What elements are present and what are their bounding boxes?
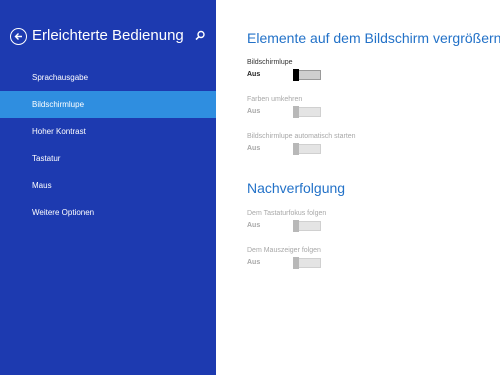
setting-label: Dem Mauszeiger folgen xyxy=(247,247,321,254)
setting-farben-umkehren: Farben umkehren Aus xyxy=(247,96,321,120)
sidebar-item-hoher-kontrast[interactable]: Hoher Kontrast xyxy=(0,118,216,145)
toggle-thumb xyxy=(293,220,299,232)
toggle-thumb xyxy=(293,106,299,118)
setting-state: Aus xyxy=(247,222,261,229)
setting-state: Aus xyxy=(247,71,261,78)
sidebar-item-bildschirmlupe[interactable]: Bildschirmlupe xyxy=(0,91,216,118)
sidebar-item-maus[interactable]: Maus xyxy=(0,172,216,199)
toggle-thumb xyxy=(293,143,299,155)
setting-state: Aus xyxy=(247,145,261,152)
setting-tastaturfokus: Dem Tastaturfokus folgen Aus xyxy=(247,210,326,234)
nav-list: Sprachausgabe Bildschirmlupe Hoher Kontr… xyxy=(0,64,216,226)
section-title-vergroessern: Elemente auf dem Bildschirm vergrößern xyxy=(247,30,500,46)
search-icon[interactable] xyxy=(193,29,207,43)
setting-state: Aus xyxy=(247,108,261,115)
sidebar-item-weitere-optionen[interactable]: Weitere Optionen xyxy=(0,199,216,226)
back-arrow-icon[interactable] xyxy=(10,28,27,45)
toggle-thumb xyxy=(293,69,299,81)
setting-label: Dem Tastaturfokus folgen xyxy=(247,210,327,217)
bildschirmlupe-toggle[interactable] xyxy=(293,69,321,81)
setting-label: Farben umkehren xyxy=(247,96,303,103)
sidebar-item-tastatur[interactable]: Tastatur xyxy=(0,145,216,172)
farben-umkehren-toggle[interactable] xyxy=(293,106,321,118)
sidebar: Erleichterte Bedienung Sprachausgabe Bil… xyxy=(0,0,216,375)
setting-label: Bildschirmlupe automatisch starten xyxy=(247,133,356,140)
setting-state: Aus xyxy=(247,259,261,266)
tastaturfokus-toggle[interactable] xyxy=(293,220,321,232)
setting-automatisch-starten: Bildschirmlupe automatisch starten Aus xyxy=(247,133,356,157)
automatisch-starten-toggle[interactable] xyxy=(293,143,321,155)
mauszeiger-toggle[interactable] xyxy=(293,257,321,269)
setting-bildschirmlupe: Bildschirmlupe Aus xyxy=(247,59,321,83)
sidebar-item-sprachausgabe[interactable]: Sprachausgabe xyxy=(0,64,216,91)
toggle-thumb xyxy=(293,257,299,269)
section-title-nachverfolgung: Nachverfolgung xyxy=(247,180,346,196)
setting-label: Bildschirmlupe xyxy=(247,59,293,66)
sidebar-title: Erleichterte Bedienung xyxy=(32,27,184,44)
setting-mauszeiger: Dem Mauszeiger folgen Aus xyxy=(247,247,321,271)
main-panel: Elemente auf dem Bildschirm vergrößern B… xyxy=(216,0,500,375)
